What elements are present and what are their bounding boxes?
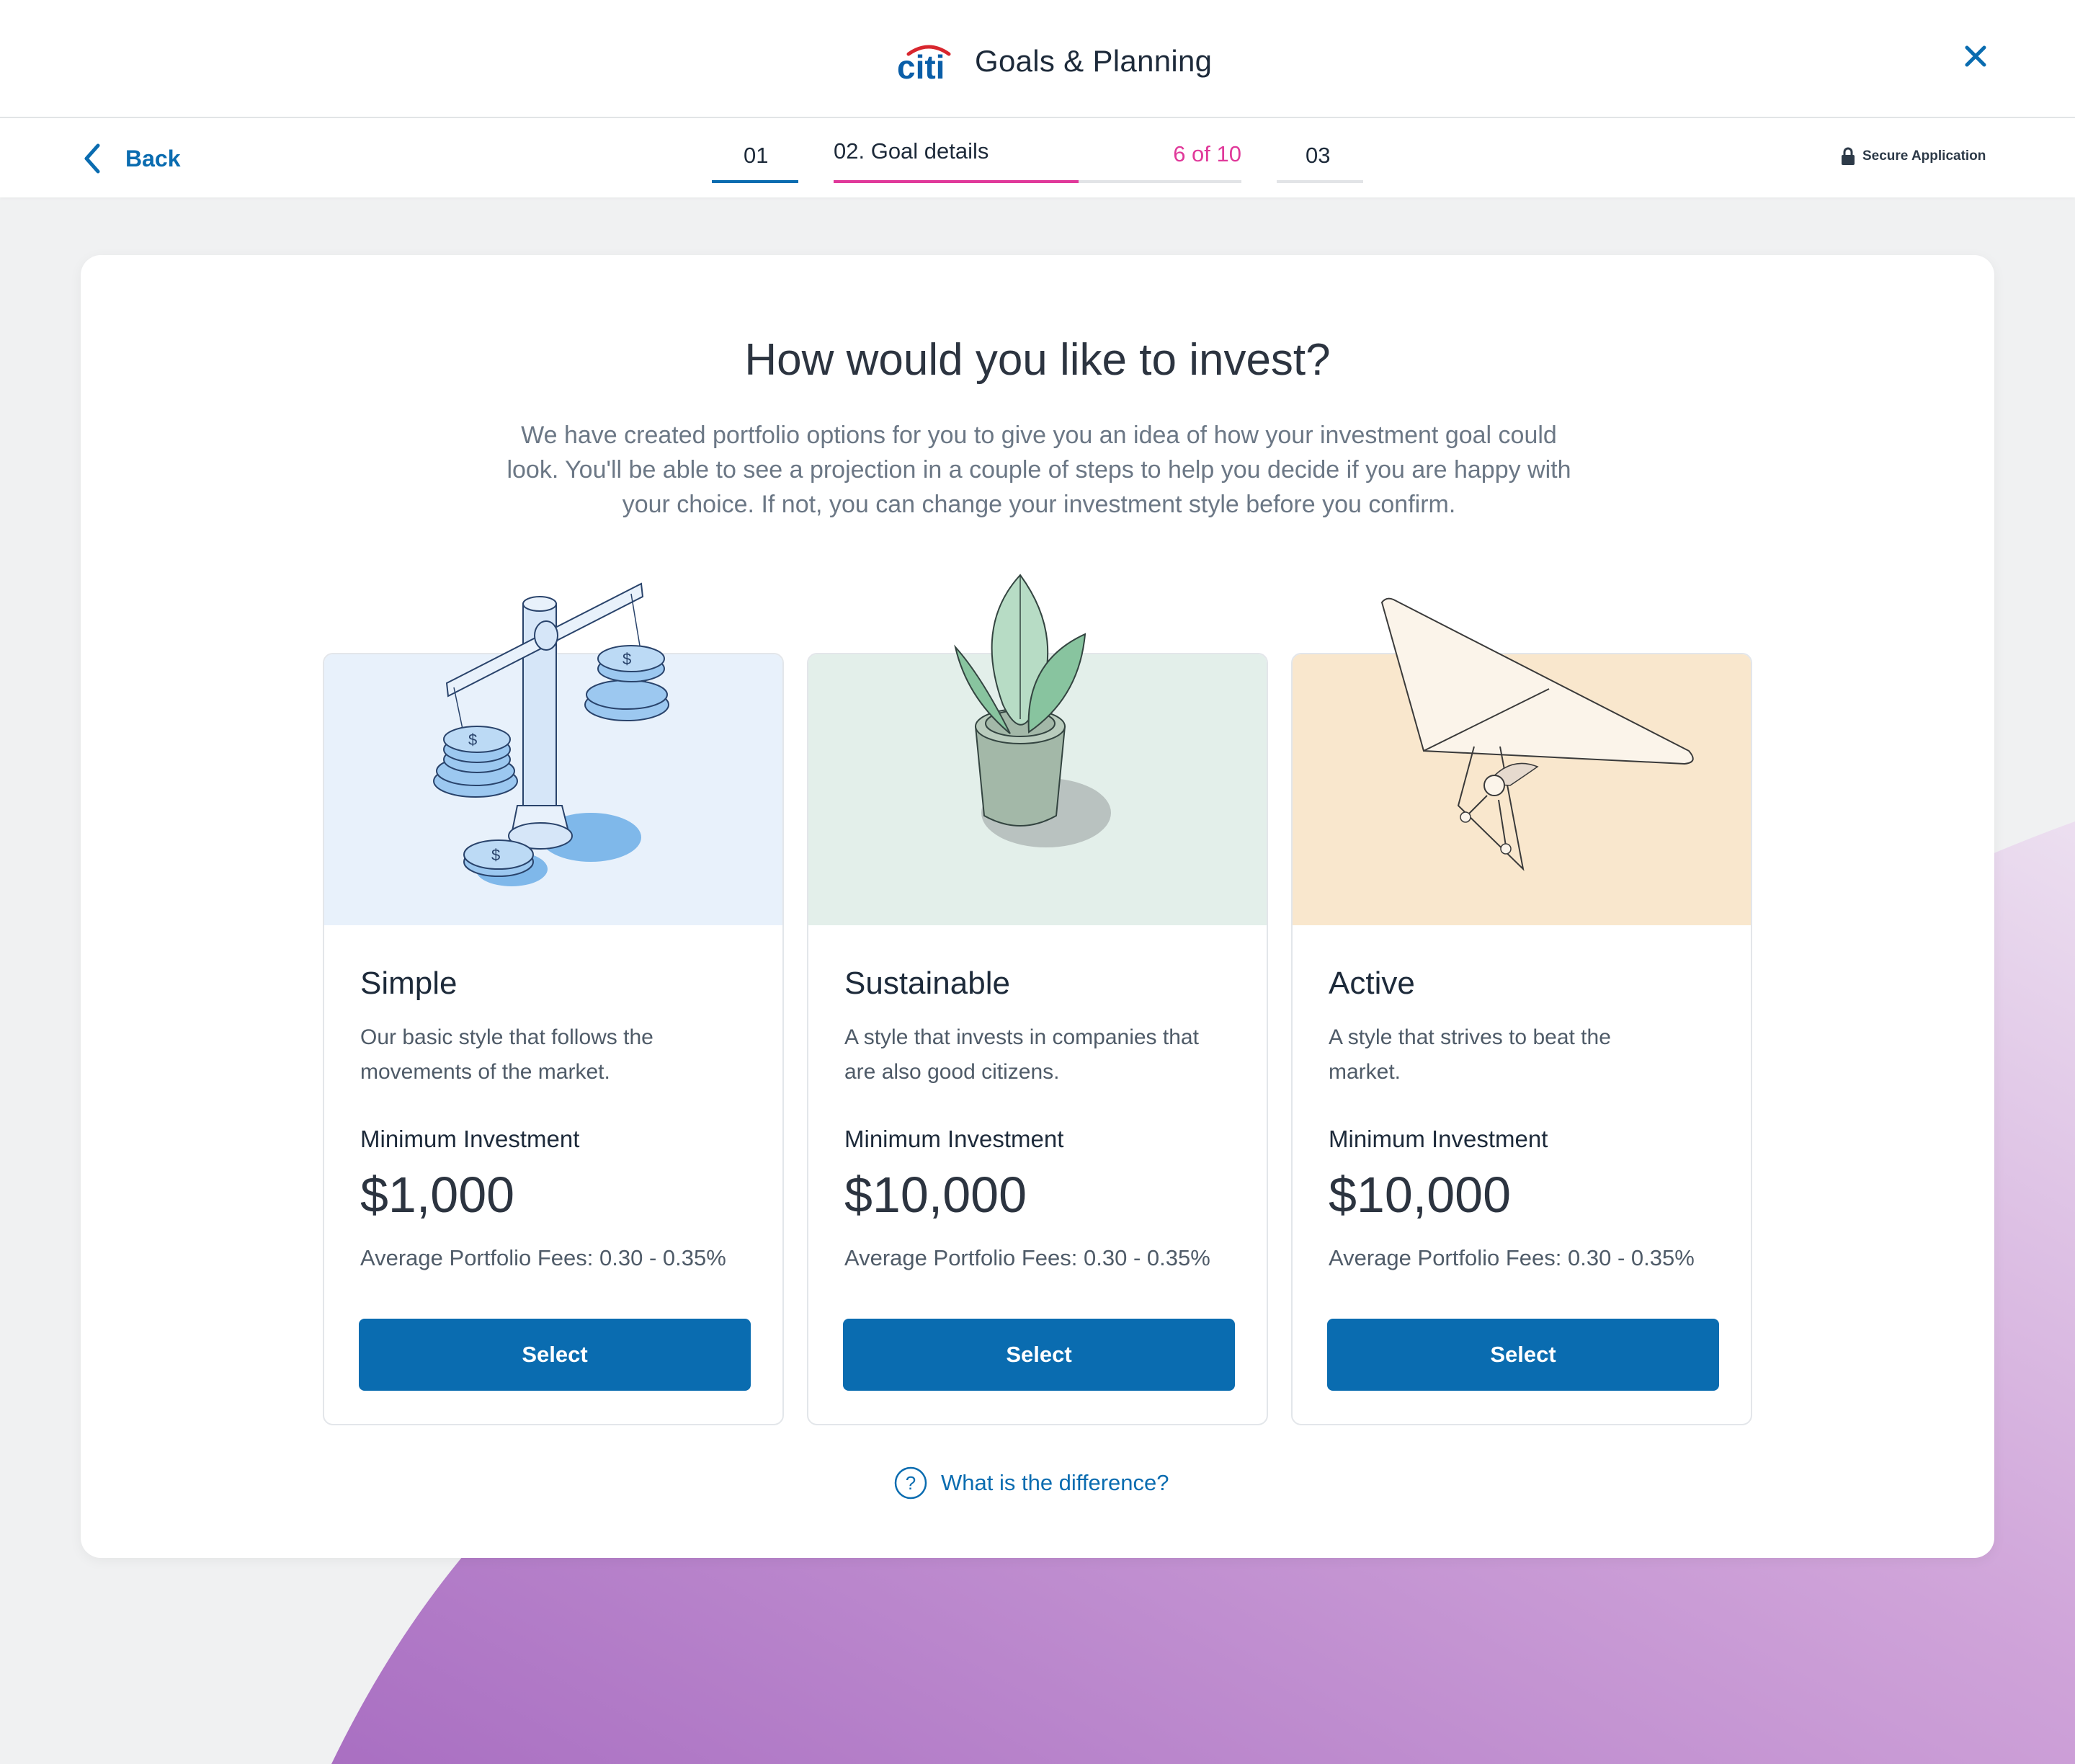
secure-indicator: Secure Application	[1841, 147, 1986, 166]
select-active-button[interactable]: Select	[1327, 1319, 1719, 1391]
step-count: 6 of 10	[1173, 141, 1241, 166]
step-02-current: 02. Goal details 6 of 10	[834, 133, 1241, 183]
step-label: 03	[1306, 143, 1331, 168]
portfolio-fees: Average Portfolio Fees: 0.30 - 0.35%	[360, 1245, 726, 1270]
svg-text:citi: citi	[897, 48, 945, 83]
potted-plant-icon	[954, 574, 1111, 847]
secure-label: Secure Application	[1862, 148, 1986, 164]
option-description: A style that strives to beat the market.	[1329, 1025, 1611, 1084]
option-card-sustainable: Sustainable A style that invests in comp…	[807, 574, 1268, 1425]
chevron-left-icon	[84, 143, 100, 174]
progress-nav: Back 01 02. Goal details 6 of 10 03 Secu…	[0, 118, 2075, 197]
step-underline	[712, 180, 798, 183]
svg-text:$: $	[468, 731, 477, 749]
page-title: How would you like to invest?	[744, 335, 1331, 385]
back-button[interactable]: Back	[81, 137, 181, 180]
page-description: We have created portfolio options for yo…	[507, 422, 1571, 518]
svg-text:$: $	[491, 846, 500, 864]
step-label: 02. Goal details	[834, 138, 989, 164]
option-card-simple: $ $ $ Simple Our basic style that follow…	[323, 582, 784, 1425]
scale-coins-icon: $ $ $	[433, 582, 669, 886]
svg-text:$: $	[622, 650, 631, 668]
minimum-investment-label: Minimum Investment	[844, 1126, 1064, 1152]
select-simple-button[interactable]: Select	[359, 1319, 751, 1391]
option-name: Simple	[360, 966, 458, 1001]
minimum-investment-label: Minimum Investment	[360, 1126, 580, 1152]
option-description: Our basic style that follows the movemen…	[360, 1025, 653, 1084]
minimum-investment-value: $10,000	[844, 1167, 1027, 1223]
minimum-investment-value: $1,000	[360, 1167, 515, 1223]
difference-link[interactable]: ? What is the difference?	[893, 1464, 1169, 1502]
portfolio-fees: Average Portfolio Fees: 0.30 - 0.35%	[844, 1245, 1210, 1270]
citi-logo: citi	[897, 45, 951, 83]
portfolio-fees: Average Portfolio Fees: 0.30 - 0.35%	[1329, 1245, 1695, 1270]
option-description: A style that invests in companies that a…	[844, 1025, 1199, 1084]
select-sustainable-button[interactable]: Select	[843, 1319, 1235, 1391]
step-01[interactable]: 01	[712, 133, 798, 183]
back-label: Back	[125, 145, 181, 172]
step-03[interactable]: 03	[1277, 133, 1363, 183]
lock-icon	[1842, 147, 1855, 165]
close-icon[interactable]	[1960, 40, 1991, 72]
help-icon: ?	[894, 1466, 927, 1500]
app-header: citi Goals & Planning	[0, 0, 2075, 118]
option-card-active: Active A style that strives to beat the …	[1291, 597, 1752, 1425]
option-name: Active	[1329, 966, 1415, 1001]
app-title: Goals & Planning	[975, 44, 1213, 78]
hang-glider-icon	[1380, 597, 1694, 871]
difference-link-label: What is the difference?	[941, 1470, 1169, 1495]
step-underline	[1277, 180, 1363, 183]
option-name: Sustainable	[844, 966, 1010, 1001]
main-card: How would you like to invest? We have cr…	[81, 255, 1994, 1558]
svg-text:?: ?	[906, 1472, 916, 1494]
step-label: 01	[744, 143, 769, 168]
minimum-investment-label: Minimum Investment	[1329, 1126, 1548, 1152]
minimum-investment-value: $10,000	[1329, 1167, 1512, 1223]
step-progress-fill	[834, 180, 1079, 183]
brand: citi Goals & Planning	[897, 36, 1212, 86]
